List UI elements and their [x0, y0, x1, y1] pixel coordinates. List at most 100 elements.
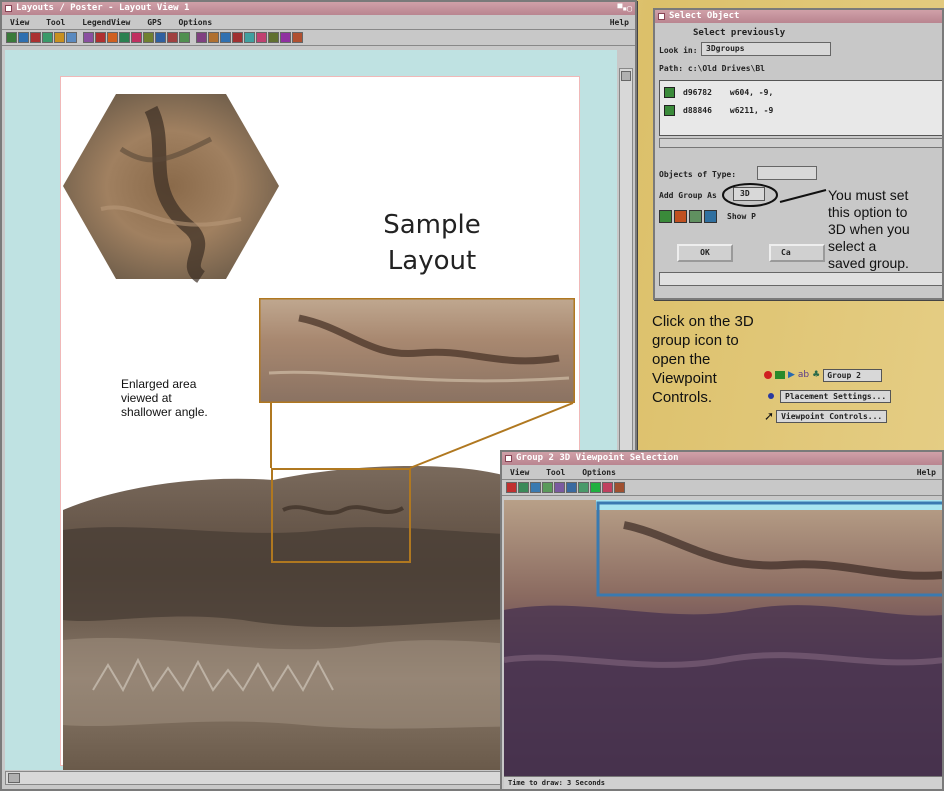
color-icon[interactable]	[674, 210, 687, 223]
object-coords: w604, -9,	[729, 87, 774, 97]
fit-icon[interactable]	[566, 482, 577, 493]
tool-button-16-icon[interactable]	[196, 32, 207, 43]
cursor-arrow-icon: ➚	[764, 409, 775, 423]
pencil-icon[interactable]	[506, 482, 517, 493]
window-controls-icon[interactable]: ▀▪▢	[618, 4, 632, 13]
tool-button-2-icon[interactable]	[18, 32, 29, 43]
layer-icon[interactable]: ab	[798, 370, 809, 380]
tool-button-1-icon[interactable]	[6, 32, 17, 43]
layout-toolbar	[2, 30, 635, 46]
rotate-icon[interactable]	[554, 482, 565, 493]
objects-of-type-select[interactable]	[757, 166, 817, 180]
terrain-selection-frame	[271, 468, 411, 563]
tool-button-8-icon[interactable]	[95, 32, 106, 43]
look-in-label: Look in:	[659, 46, 698, 55]
3d-group-icon[interactable]	[775, 371, 785, 379]
show-toggle[interactable]: Show P	[727, 212, 756, 221]
view-icon[interactable]	[578, 482, 589, 493]
viewpoint-window: Group 2 3D Viewpoint Selection View Tool…	[500, 450, 944, 791]
tool-button-3-icon[interactable]	[30, 32, 41, 43]
tool-button-12-icon[interactable]	[143, 32, 154, 43]
group-icon[interactable]: ♣	[812, 370, 820, 380]
zoom-out-icon[interactable]	[530, 482, 541, 493]
visibility-icon[interactable]	[764, 371, 772, 379]
redraw-icon[interactable]	[614, 482, 625, 493]
set-3d-callout: You must set this option to 3D when you …	[828, 187, 910, 271]
tool-button-13-icon[interactable]	[155, 32, 166, 43]
window-menu-icon[interactable]	[505, 455, 512, 462]
menu-view[interactable]: View	[510, 468, 529, 477]
dialog-menu-icon[interactable]	[658, 13, 665, 20]
hscroll-thumb[interactable]	[8, 773, 20, 783]
object-coords: w6211, -9	[729, 105, 774, 115]
scrollbar-thumb[interactable]	[621, 71, 631, 81]
list-item[interactable]: d88846 w6211, -9	[664, 103, 773, 117]
tool-button-18-icon[interactable]	[220, 32, 231, 43]
menu-item-viewpoint[interactable]: ➚ Viewpoint Controls...	[764, 407, 930, 425]
tool-button-4-icon[interactable]	[42, 32, 53, 43]
layout-window-title: Layouts / Poster - Layout View 1	[16, 3, 190, 13]
dialog-toolbar	[659, 210, 717, 223]
tool-button-9-icon[interactable]	[107, 32, 118, 43]
path-field: Path: c:\Old Drives\Bl	[659, 64, 765, 73]
tool-button-10-icon[interactable]	[119, 32, 130, 43]
3d-group-icon	[664, 86, 675, 98]
group-name-field: Group 2	[823, 368, 882, 382]
ok-button[interactable]: OK	[677, 244, 733, 262]
tool-button-23-icon[interactable]	[280, 32, 291, 43]
look-in-select[interactable]: 3Dgroups	[701, 42, 831, 56]
menu-tool[interactable]: Tool	[46, 18, 65, 27]
tool-button-14-icon[interactable]	[167, 32, 178, 43]
pan-icon[interactable]	[542, 482, 553, 493]
tool-button-6-icon[interactable]	[66, 32, 77, 43]
layout-menubar: View Tool LegendView GPS Options Help	[2, 15, 635, 30]
list-item[interactable]: d96782 w604, -9,	[664, 85, 773, 99]
bullet-icon	[768, 393, 774, 399]
tool-button-11-icon[interactable]	[131, 32, 142, 43]
object-name: d88846	[683, 105, 712, 115]
zoom-in-icon[interactable]	[518, 482, 529, 493]
viewpoint-controls-label: Viewpoint Controls...	[776, 409, 888, 423]
tool-button-24-icon[interactable]	[292, 32, 303, 43]
objects-of-type-label: Objects of Type:	[659, 170, 737, 179]
menu-gps[interactable]: GPS	[147, 18, 161, 27]
tool-button-21-icon[interactable]	[256, 32, 267, 43]
ok-label: OK	[700, 248, 710, 257]
tool-button-7-icon[interactable]	[83, 32, 94, 43]
window-menu-icon[interactable]	[5, 5, 12, 12]
tool-button-19-icon[interactable]	[232, 32, 243, 43]
viewpoint-3d-view[interactable]	[504, 500, 944, 776]
dialog-status-field	[659, 272, 942, 286]
viewpoint-toolbar	[502, 480, 942, 496]
preview-icon[interactable]	[689, 210, 702, 223]
tool-button-17-icon[interactable]	[208, 32, 219, 43]
refresh-icon[interactable]	[704, 210, 717, 223]
select-object-titlebar[interactable]: Select Object	[655, 10, 942, 23]
tool-button-5-icon[interactable]	[54, 32, 65, 43]
menu-tool[interactable]: Tool	[546, 468, 565, 477]
menu-legendview[interactable]: LegendView	[82, 18, 130, 27]
menu-options[interactable]: Options	[582, 468, 616, 477]
menu-options[interactable]: Options	[178, 18, 212, 27]
tool-button-15-icon[interactable]	[179, 32, 190, 43]
group-popup-menu: ▶ ab ♣ Group 2 Placement Settings... ➚ V…	[764, 367, 930, 429]
menu-view[interactable]: View	[10, 18, 29, 27]
object-list[interactable]: d96782 w604, -9, d88846 w6211, -9	[659, 80, 942, 136]
cancel-button[interactable]: Ca	[769, 244, 825, 262]
green-square-icon[interactable]	[590, 482, 601, 493]
color-icon[interactable]	[602, 482, 613, 493]
tool-button-20-icon[interactable]	[244, 32, 255, 43]
enlarged-inset-image	[259, 298, 575, 403]
select-prompt: Select previously	[693, 28, 786, 38]
layout-title-text: Sample Layout	[383, 210, 481, 276]
arrow-icon[interactable]: ▶	[788, 370, 795, 380]
list-hscroll[interactable]	[659, 138, 942, 148]
menu-help[interactable]: Help	[610, 15, 629, 30]
menu-help[interactable]: Help	[917, 465, 936, 480]
tool-button-22-icon[interactable]	[268, 32, 279, 43]
menu-item-placement[interactable]: Placement Settings...	[764, 387, 930, 405]
add-object-icon[interactable]	[659, 210, 672, 223]
layout-window-titlebar[interactable]: Layouts / Poster - Layout View 1 ▀▪▢	[2, 2, 635, 15]
viewpoint-titlebar[interactable]: Group 2 3D Viewpoint Selection	[502, 452, 942, 465]
object-name: d96782	[683, 87, 712, 97]
